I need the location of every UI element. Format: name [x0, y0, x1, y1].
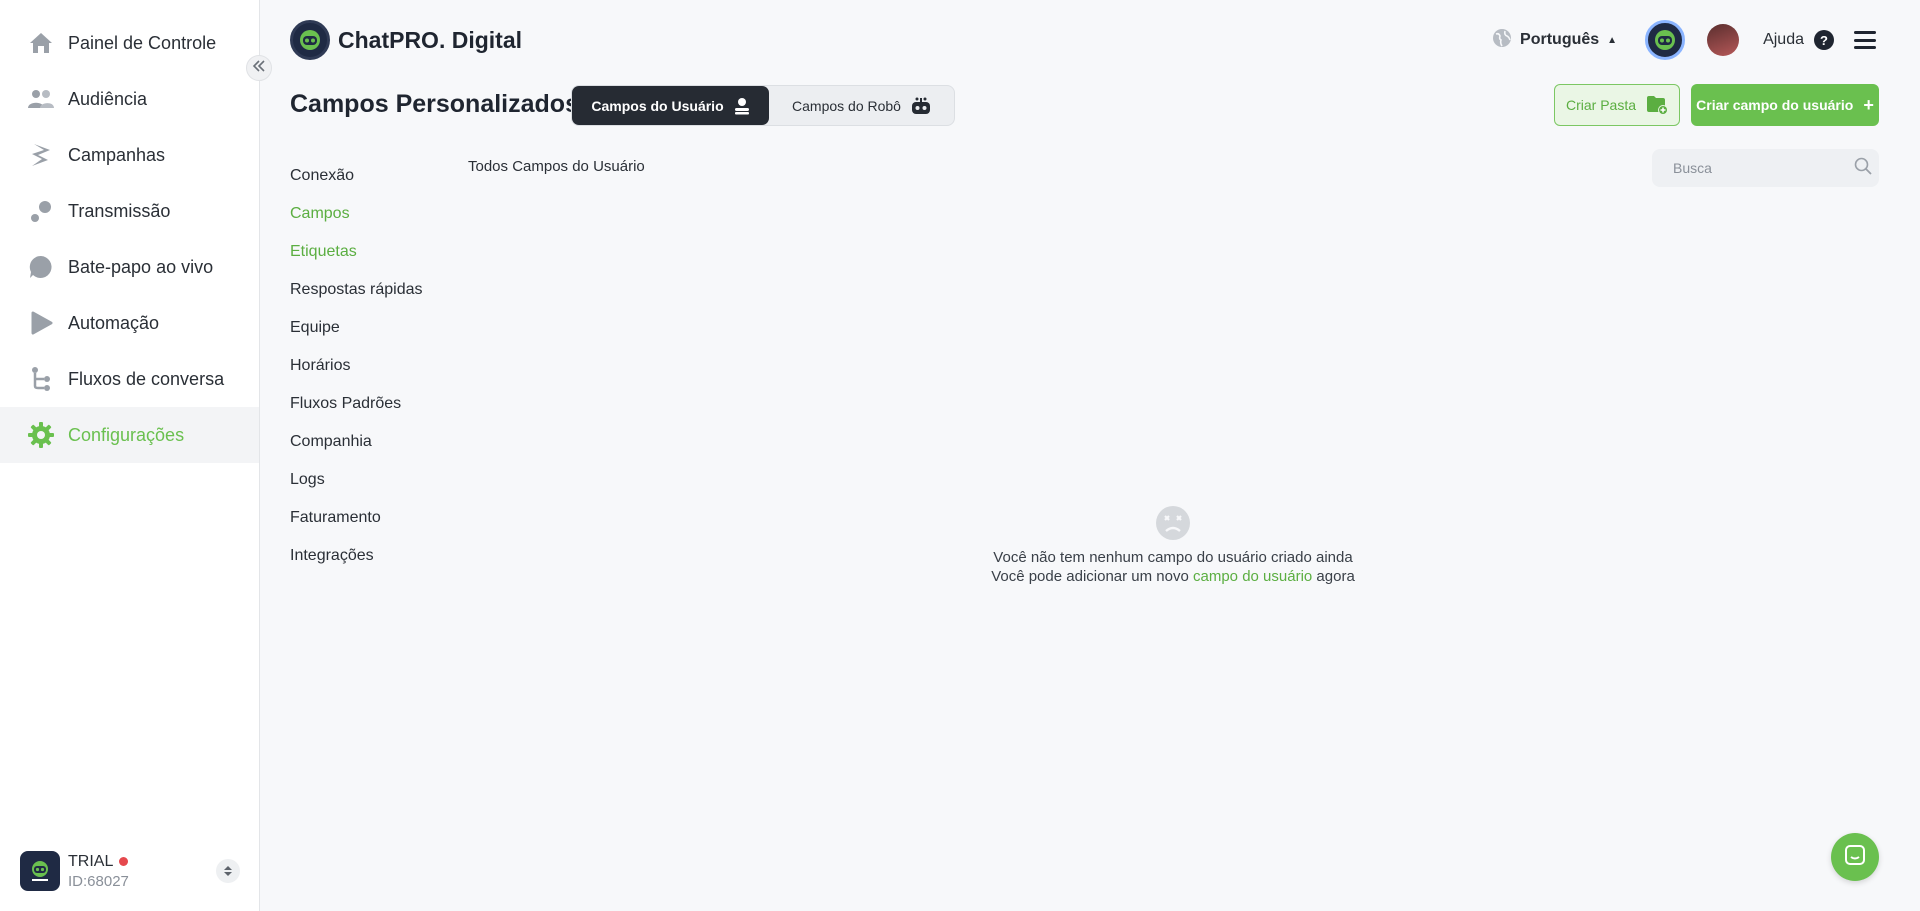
sidebar-item-label: Fluxos de conversa	[68, 368, 225, 389]
gear-icon	[28, 422, 54, 448]
subnav-item-etiquetas[interactable]: Etiquetas	[290, 233, 423, 271]
play-icon	[28, 310, 54, 336]
language-selector[interactable]: Português ▲	[1492, 28, 1617, 53]
sidebar-item-configuracoes[interactable]: Configurações	[0, 407, 259, 463]
search-box	[1652, 149, 1879, 187]
sad-face-icon	[920, 505, 1426, 541]
sidebar-item-bate-papo[interactable]: Bate-papo ao vivo	[0, 239, 259, 295]
tab-campos-robo[interactable]: Campos do Robô	[769, 86, 954, 125]
sidebar-item-label: Painel de Controle	[68, 32, 217, 53]
empty-hint-suffix: agora	[1316, 568, 1355, 585]
expand-updown-icon[interactable]	[216, 859, 240, 883]
account-id: ID:68027	[68, 872, 129, 890]
tab-label: Campos do Robô	[792, 97, 901, 114]
flow-icon	[28, 366, 54, 392]
collapse-sidebar-button[interactable]	[246, 55, 272, 81]
user-avatar[interactable]	[1707, 24, 1740, 56]
sidebar-item-campanhas[interactable]: Campanhas	[0, 127, 259, 183]
subnav-item-integracoes[interactable]: Integrações	[290, 537, 423, 575]
create-user-field-button[interactable]: Criar campo do usuário +	[1691, 84, 1879, 126]
page-title: Campos Personalizados	[290, 90, 579, 118]
sidebar-item-label: Campanhas	[68, 144, 166, 165]
create-field-link[interactable]: campo do usuário	[1193, 568, 1312, 585]
sidebar-item-label: Audiência	[68, 88, 148, 109]
sidebar-item-label: Bate-papo ao vivo	[68, 256, 214, 277]
help-button[interactable]: Ajuda ?	[1763, 30, 1834, 50]
account-switcher[interactable]: TRIAL ID:68027	[20, 849, 250, 893]
breadcrumb[interactable]: Todos Campos do Usuário	[468, 158, 645, 175]
double-chevron-left-icon	[252, 59, 266, 77]
campaign-icon	[28, 142, 54, 168]
status-dot	[119, 857, 129, 866]
brand-logo-icon	[290, 20, 330, 60]
create-folder-label: Criar Pasta	[1565, 97, 1637, 113]
sidebar-item-audiencia[interactable]: Audiência	[0, 71, 259, 127]
create-field-label: Criar campo do usuário	[1696, 97, 1854, 113]
tab-label: Campos do Usuário	[591, 97, 724, 114]
top-bar: Português ▲ Ajuda ?	[1492, 18, 1876, 62]
help-label: Ajuda	[1763, 31, 1804, 48]
sidebar-item-label: Transmissão	[68, 200, 171, 221]
bot-avatar[interactable]	[1645, 20, 1686, 60]
empty-state: Você não tem nenhum campo do usuário cri…	[920, 505, 1426, 585]
subnav-item-horarios[interactable]: Horários	[290, 347, 423, 385]
question-icon: ?	[1814, 30, 1834, 50]
sidebar-item-automacao[interactable]: Automação	[0, 295, 259, 351]
tab-campos-usuario[interactable]: Campos do Usuário	[572, 86, 769, 125]
subnav-item-companhia[interactable]: Companhia	[290, 423, 423, 461]
broadcast-icon	[28, 198, 54, 224]
brand-name: ChatPRO. Digital	[338, 26, 523, 53]
sidebar-item-painel[interactable]: Painel de Controle	[0, 15, 259, 71]
sidebar-item-fluxos[interactable]: Fluxos de conversa	[0, 351, 259, 407]
subnav-item-fluxos-padroes[interactable]: Fluxos Padrões	[290, 385, 423, 423]
people-icon	[28, 86, 54, 112]
subnav-item-campos[interactable]: Campos	[290, 195, 423, 233]
chat-icon	[1844, 844, 1866, 871]
empty-hint-prefix: Você pode adicionar um novo	[991, 568, 1189, 585]
sidebar-item-label: Configurações	[68, 424, 185, 445]
brand[interactable]: ChatPRO. Digital	[290, 20, 522, 60]
home-icon	[28, 30, 54, 56]
create-folder-button[interactable]: Criar Pasta	[1554, 84, 1680, 126]
folder-add-icon	[1646, 95, 1669, 115]
subnav-item-equipe[interactable]: Equipe	[290, 309, 423, 347]
hamburger-menu-icon[interactable]	[1854, 31, 1876, 49]
empty-message: Você não tem nenhum campo do usuário cri…	[993, 549, 1353, 566]
subnav-item-logs[interactable]: Logs	[290, 461, 423, 499]
search-input[interactable]	[1673, 160, 1854, 176]
fields-type-toggle: Campos do Usuário Campos do Robô	[571, 85, 955, 126]
caret-down-icon: ▲	[1607, 34, 1618, 46]
language-label: Português	[1520, 31, 1600, 48]
plan-label: TRIAL	[68, 852, 114, 870]
robot-icon	[911, 97, 931, 115]
search-icon[interactable]	[1854, 157, 1872, 180]
account-logo	[20, 851, 60, 891]
globe-icon	[1492, 28, 1512, 53]
subnav-item-conexao[interactable]: Conexão	[290, 157, 423, 195]
sidebar-item-transmissao[interactable]: Transmissão	[0, 183, 259, 239]
settings-subnav: Conexão Campos Etiquetas Respostas rápid…	[290, 157, 423, 575]
sidebar: Painel de Controle Audiência Campanhas T…	[0, 0, 260, 911]
chat-bubble-icon	[28, 254, 54, 280]
support-chat-button[interactable]	[1831, 833, 1879, 881]
subnav-item-respostas-rapidas[interactable]: Respostas rápidas	[290, 271, 423, 309]
subnav-item-faturamento[interactable]: Faturamento	[290, 499, 423, 537]
plus-icon: +	[1863, 94, 1874, 115]
user-icon	[734, 97, 750, 115]
sidebar-item-label: Automação	[68, 312, 160, 333]
